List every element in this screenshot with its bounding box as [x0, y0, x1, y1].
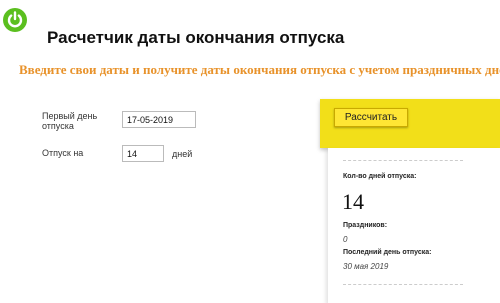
holidays-label: Праздников: — [343, 222, 388, 229]
divider — [343, 284, 463, 285]
holidays-value: 0 — [343, 235, 348, 244]
vacation-length-input[interactable] — [122, 145, 164, 162]
calculate-button[interactable]: Рассчитать — [334, 108, 408, 127]
divider — [343, 160, 463, 161]
vacation-days-value: 14 — [342, 189, 364, 214]
vacation-length-label: Отпуск на — [42, 148, 84, 158]
vacation-unit-label: дней — [172, 149, 193, 159]
power-icon — [3, 8, 27, 32]
page-title: Расчетчик даты окончания отпуска — [47, 28, 345, 47]
page-subtitle: Введите свои даты и получите даты оконча… — [19, 62, 500, 77]
vacation-days-label: Кол-во дней отпуска: — [343, 173, 417, 180]
first-day-input[interactable] — [122, 111, 196, 128]
last-day-label: Последний день отпуска: — [343, 249, 432, 256]
first-day-label: Первый день отпуска — [42, 111, 98, 131]
last-day-value: 30 мая 2019 — [343, 262, 389, 271]
